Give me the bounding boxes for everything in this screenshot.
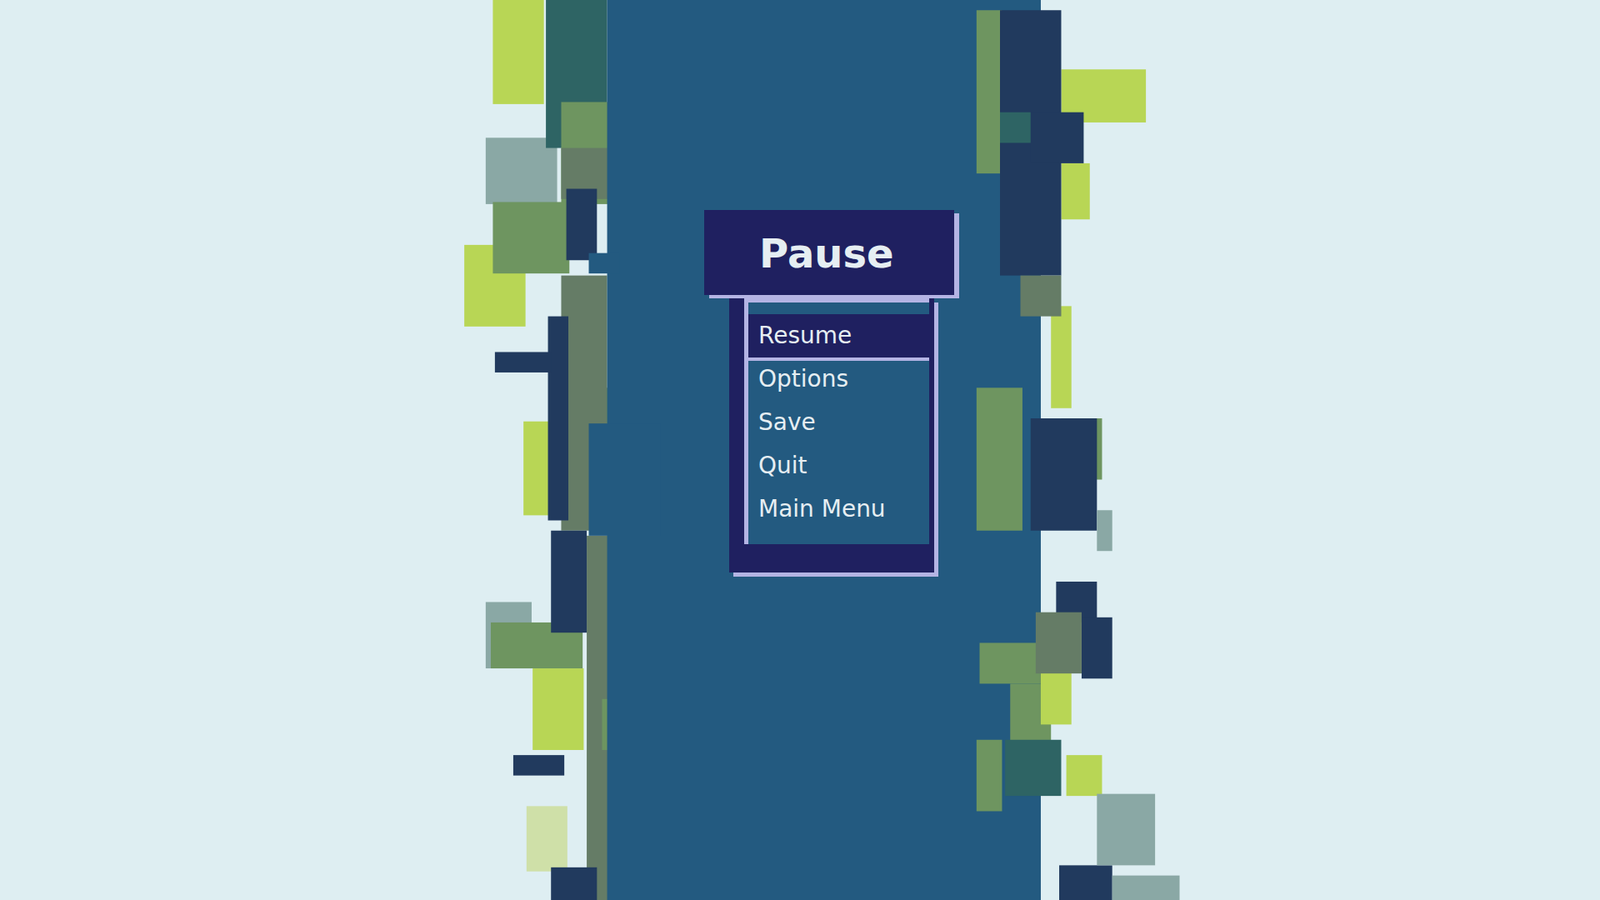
pause-menu: Pause ResumeOptionsSaveQuitMain Menu xyxy=(704,210,955,573)
menu-item[interactable]: Options xyxy=(748,357,930,401)
menu-item[interactable]: Main Menu xyxy=(748,487,930,531)
title-bar: Pause xyxy=(704,210,955,295)
menu-item[interactable]: Quit xyxy=(748,444,930,488)
menu-frame: ResumeOptionsSaveQuitMain Menu xyxy=(729,298,935,573)
menu-title: Pause xyxy=(759,230,895,277)
menu-item[interactable]: Resume xyxy=(748,314,930,358)
pause-screen: Pause ResumeOptionsSaveQuitMain Menu xyxy=(0,0,1600,900)
menu-list: ResumeOptionsSaveQuitMain Menu xyxy=(744,298,930,545)
menu-item[interactable]: Save xyxy=(748,400,930,445)
